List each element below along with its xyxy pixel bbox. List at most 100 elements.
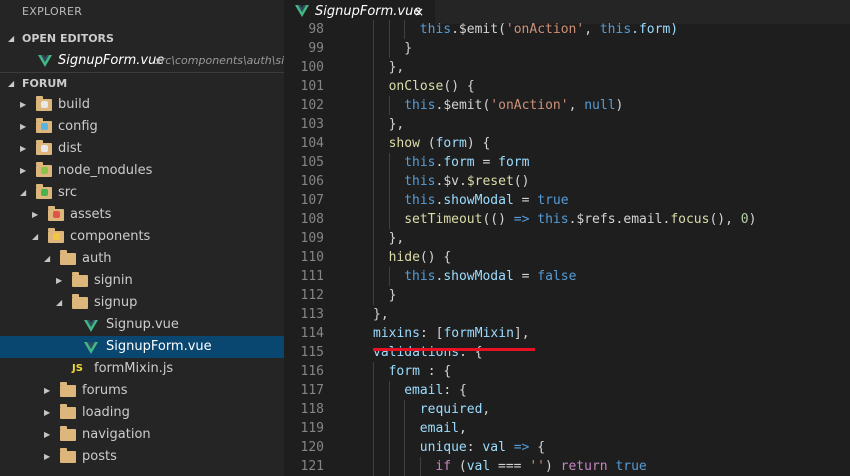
line-number: 115 <box>300 345 324 360</box>
code-text: unique: val => { <box>420 438 545 457</box>
chevron-right-icon[interactable]: ▶ <box>20 160 26 182</box>
chevron-right-icon[interactable]: ▶ <box>44 380 50 402</box>
project-section-header[interactable]: ◢ FORUM <box>0 72 284 94</box>
indent-guide <box>373 400 374 419</box>
code-token: form <box>443 155 475 170</box>
code-line: 107 this.showModal = true <box>284 191 850 210</box>
code-token: .$v. <box>435 174 467 189</box>
tree-item-label: src <box>58 185 77 200</box>
code-line: 110 hide() { <box>284 248 850 267</box>
file-tree-item[interactable]: Signup.vue <box>0 314 284 336</box>
code-token: : { <box>443 383 467 398</box>
folder-icon <box>48 206 64 222</box>
indent-guide <box>373 438 374 457</box>
line-number: 112 <box>300 288 324 303</box>
code-line: 100}, <box>284 58 850 77</box>
tree-item-label: dist <box>58 141 82 156</box>
line-number: 113 <box>300 307 324 322</box>
chevron-right-icon[interactable]: ▶ <box>32 204 38 226</box>
indent-guide <box>388 267 390 286</box>
code-token: this <box>537 212 569 227</box>
line-number: 99 <box>308 41 324 56</box>
code-token: (), <box>709 212 741 227</box>
chevron-down-icon[interactable]: ◢ <box>20 182 26 204</box>
indent-guide <box>388 172 390 191</box>
indent-guide <box>388 191 390 210</box>
folder-tree-item[interactable]: ◢ auth <box>0 248 284 270</box>
code-token: $reset <box>466 174 514 189</box>
folder-tree-item[interactable]: ▶ assets <box>0 204 284 226</box>
indent-guide <box>373 419 374 438</box>
tree-item-label: assets <box>70 207 112 222</box>
chevron-right-icon[interactable]: ▶ <box>44 446 50 468</box>
file-tree-item[interactable]: JS formMixin.js <box>0 358 284 380</box>
folder-tree-item[interactable]: ▶ dist <box>0 138 284 160</box>
line-number: 121 <box>300 459 324 474</box>
folder-tree-item[interactable]: ▶ forums <box>0 380 284 402</box>
chevron-down-icon[interactable]: ◢ <box>44 248 50 270</box>
chevron-right-icon[interactable]: ▶ <box>56 270 62 292</box>
folder-tree-item[interactable]: ▶ navigation <box>0 424 284 446</box>
indent-guide <box>373 286 374 305</box>
folder-tree-item[interactable]: ◢ components <box>0 226 284 248</box>
tree-item-label: SignupForm.vue <box>106 339 212 354</box>
open-editors-section-header[interactable]: ◢ OPEN EDITORS <box>0 28 284 50</box>
chevron-down-icon[interactable]: ◢ <box>32 226 38 248</box>
code-text: }, <box>389 115 405 134</box>
tree-item-label: signin <box>94 273 133 288</box>
indent-guide <box>388 210 390 229</box>
folder-tree-item[interactable]: ▶ build <box>0 94 284 116</box>
indent-guide <box>373 115 374 134</box>
folder-tree-item[interactable]: ▶ loading <box>0 402 284 424</box>
code-text: } <box>404 39 412 58</box>
folder-tree-item[interactable]: ▶ signin <box>0 270 284 292</box>
indent-guide <box>373 229 374 248</box>
code-token: ) <box>615 98 624 113</box>
code-text: this.$emit('onAction', this.form) <box>420 20 678 39</box>
tree-item-label: Signup.vue <box>106 317 179 332</box>
folder-tree-item[interactable]: ▶ posts <box>0 446 284 468</box>
code-line: 103}, <box>284 115 850 134</box>
code-line: 118 required, <box>284 400 850 419</box>
chevron-right-icon[interactable]: ▶ <box>44 402 50 424</box>
folder-icon <box>36 184 52 200</box>
folder-tree-item[interactable]: ▶ node_modules <box>0 160 284 182</box>
code-token: this <box>404 174 436 189</box>
code-token: showModal <box>443 193 514 208</box>
chevron-right-icon[interactable]: ▶ <box>20 138 26 160</box>
code-area[interactable]: 98 this.$emit('onAction', this.form) 99} 10… <box>284 20 850 476</box>
code-token: ) <box>748 212 757 227</box>
chevron-right-icon[interactable]: ▶ <box>44 424 50 446</box>
chevron-right-icon[interactable]: ▶ <box>20 116 26 138</box>
folder-icon <box>36 96 52 112</box>
code-token: this <box>599 22 632 37</box>
code-token: , <box>482 402 491 417</box>
file-tree-item[interactable]: SignupForm.vue <box>0 336 284 358</box>
code-token: email <box>404 383 444 398</box>
folder-tree-item[interactable]: ◢ src <box>0 182 284 204</box>
open-editor-path: src\components\auth\si... <box>155 54 284 67</box>
code-token: , <box>458 421 467 436</box>
line-number: 101 <box>300 79 324 94</box>
code-token: show <box>388 136 420 151</box>
code-token: ) { <box>466 136 491 151</box>
open-editor-filename: SignupForm.vue <box>58 53 165 68</box>
open-editor-item[interactable]: SignupForm.vue src\components\auth\si... <box>0 50 284 72</box>
chevron-down-icon[interactable]: ◢ <box>56 292 62 314</box>
indent-guide <box>388 96 390 115</box>
code-text: this.$emit('onAction', null) <box>404 96 623 115</box>
indent-guide <box>388 457 390 476</box>
folder-tree-item[interactable]: ◢ signup <box>0 292 284 314</box>
indent-guide <box>373 96 374 115</box>
code-token: if <box>435 459 452 474</box>
code-token: }, <box>388 60 405 75</box>
explorer-title: EXPLORER <box>22 5 83 18</box>
indent-guide <box>373 381 374 400</box>
indent-guide <box>388 438 390 457</box>
folder-tree-item[interactable]: ▶ config <box>0 116 284 138</box>
line-number: 100 <box>300 60 324 75</box>
code-text: required, <box>420 400 490 419</box>
code-token: , <box>584 22 600 37</box>
chevron-right-icon[interactable]: ▶ <box>20 94 26 116</box>
